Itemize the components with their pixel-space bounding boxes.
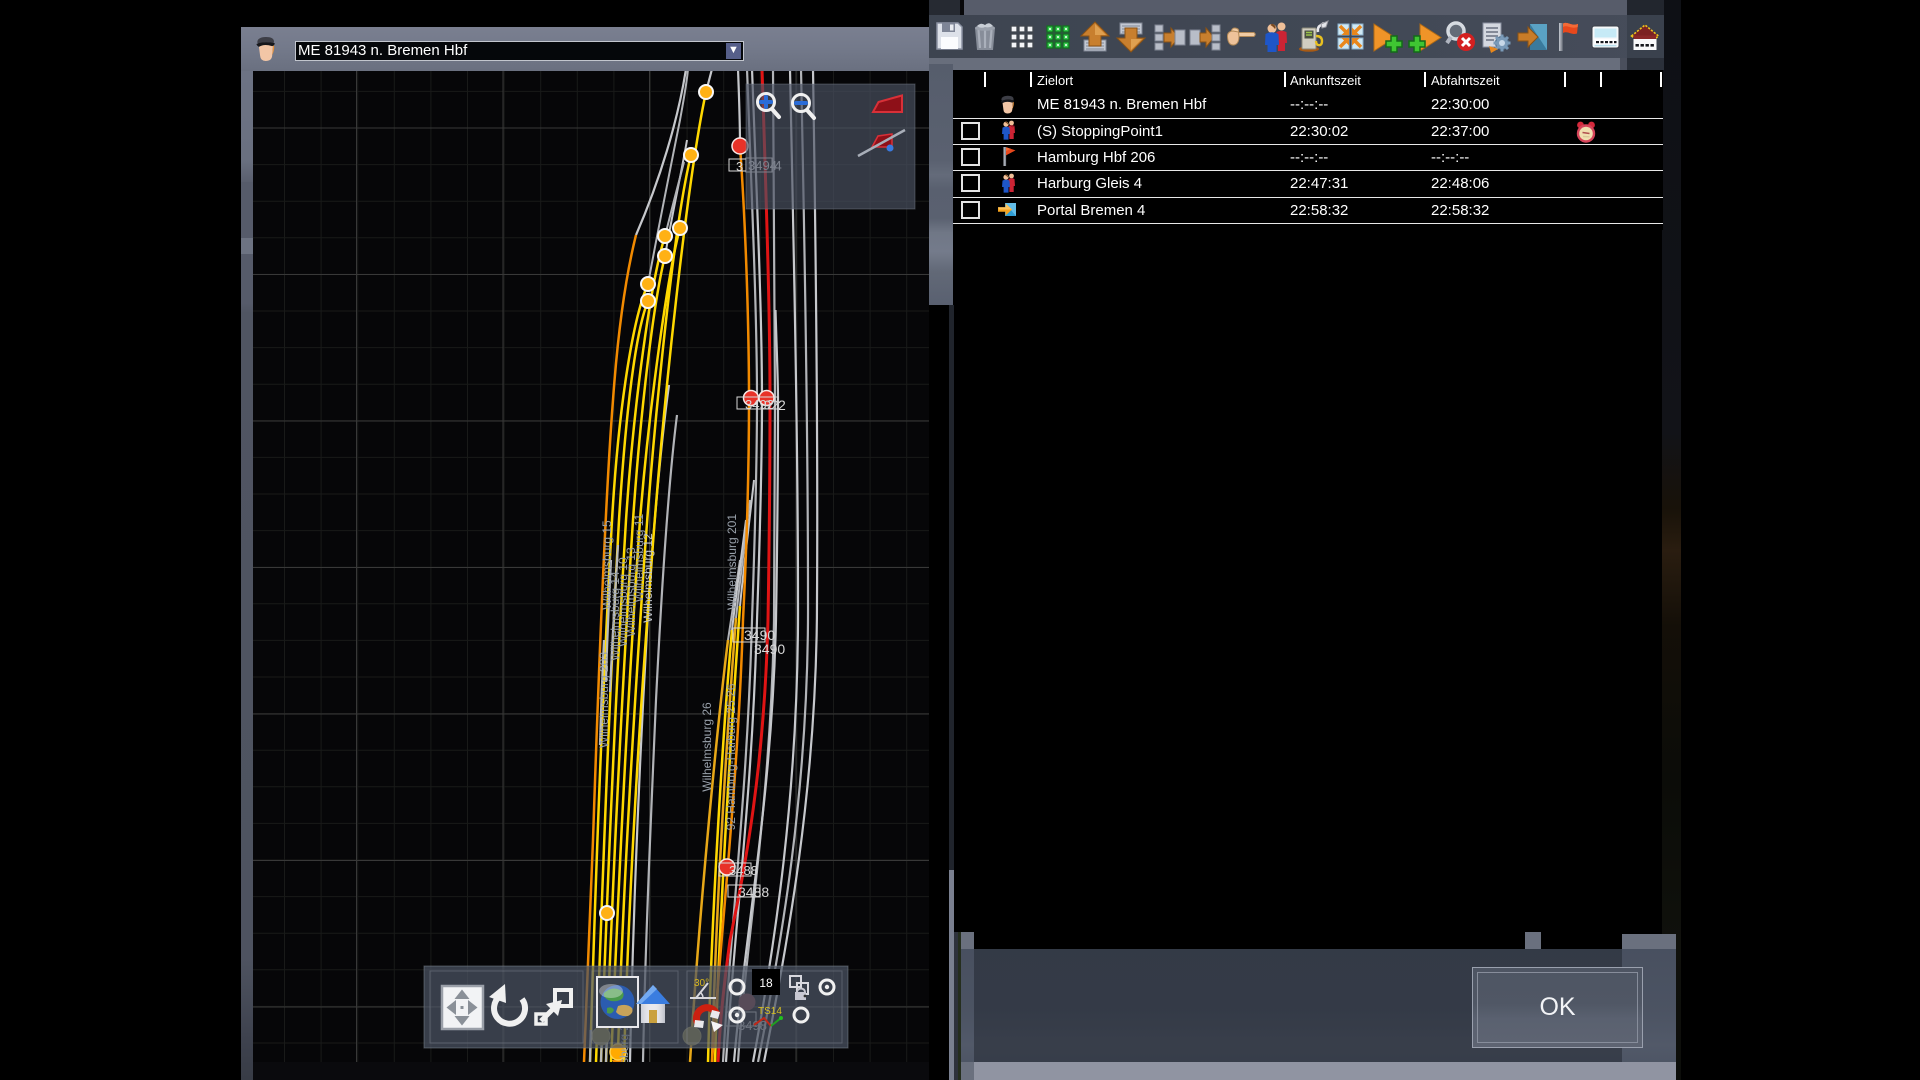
svg-text:Wilhelmsburg 26: Wilhelmsburg 26: [700, 702, 714, 792]
svg-text:3488: 3488: [729, 863, 758, 878]
svg-text:Wilhelmsburg 201: Wilhelmsburg 201: [725, 514, 739, 610]
svg-text:18: 18: [759, 976, 773, 990]
svg-text:Wilhelmsburg 203: Wilhelmsburg 203: [597, 652, 611, 748]
svg-text:TS14: TS14: [758, 1006, 782, 1017]
svg-text:3: 3: [736, 159, 743, 174]
svg-text:92: 92: [764, 398, 778, 413]
svg-text:3490: 3490: [754, 641, 785, 657]
svg-text:92 Hamburg-Harburg 25 26: 92 Hamburg-Harburg 25 26: [724, 683, 738, 830]
svg-text:2: 2: [778, 397, 786, 413]
svg-text:Wilhelmsburg 15: Wilhelmsburg 15: [600, 520, 614, 610]
svg-text:3488: 3488: [738, 884, 769, 900]
